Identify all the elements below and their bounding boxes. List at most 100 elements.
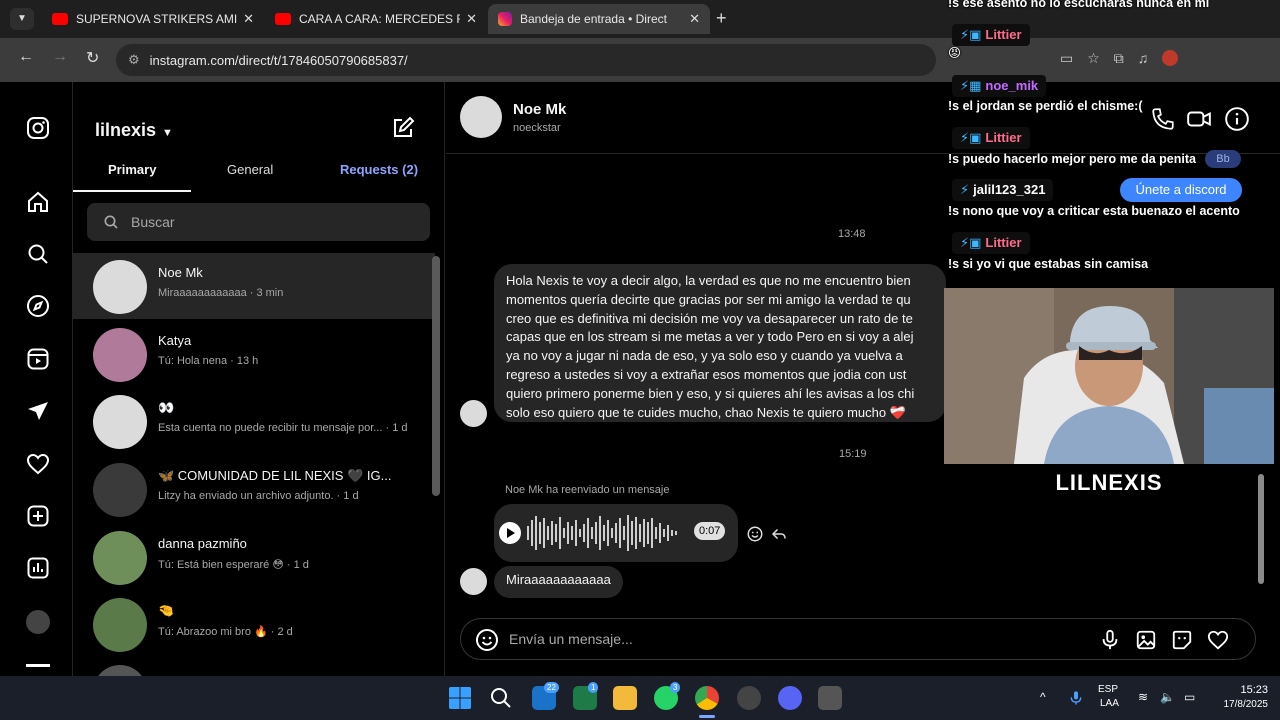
discord-icon[interactable] [778, 686, 802, 710]
compose-icon[interactable] [391, 116, 415, 140]
microphone-icon[interactable] [1099, 629, 1121, 651]
conversation-name: Noe Mk [158, 265, 203, 280]
microphone-tray-icon[interactable] [1068, 690, 1084, 706]
chat-username: noe_mik [985, 78, 1039, 93]
account-switcher[interactable]: lilnexis ▼ [95, 120, 173, 141]
message-bubble[interactable]: Hola Nexis te voy a decir algo, la verda… [494, 264, 946, 422]
explore-icon[interactable] [26, 294, 50, 318]
conversation-item[interactable]: danna pazmiño Tú: Está bien esperaré 😳 ·… [73, 524, 435, 590]
avatar[interactable] [460, 96, 502, 138]
stream-chat-user: ⚡▦ noe_mik [952, 75, 1047, 97]
chat-username: Littier [985, 235, 1022, 250]
profile-avatar-icon[interactable] [26, 610, 50, 634]
react-emoji-icon[interactable] [746, 525, 764, 543]
message-actions [746, 525, 788, 543]
back-icon[interactable]: ← [18, 48, 34, 66]
avatar [93, 531, 147, 585]
wifi-icon[interactable]: ≋ [1138, 690, 1148, 704]
home-icon[interactable] [26, 190, 50, 214]
browser-tab[interactable]: SUPERNOVA STRIKERS AMIGO ✕ [42, 4, 264, 34]
reels-icon[interactable] [26, 347, 50, 371]
reload-icon[interactable]: ↻ [86, 48, 99, 68]
chrome-icon[interactable] [695, 686, 719, 710]
sticker-icon[interactable] [1171, 629, 1193, 651]
stream-chat-message: 😡 [948, 46, 962, 60]
message-line: Hola Nexis te voy a decir algo, la verda… [506, 273, 911, 288]
tab-general[interactable]: General [227, 162, 273, 177]
conversation-info-icon[interactable] [1224, 106, 1250, 132]
like-heart-icon[interactable] [1207, 629, 1229, 651]
app-icon[interactable] [818, 686, 842, 710]
messages-icon[interactable] [26, 399, 50, 423]
inbox-scrollbar[interactable] [432, 256, 440, 496]
conversation-preview: Litzy ha enviado un archivo adjunto. · 1… [158, 490, 359, 502]
language-indicator[interactable]: ESP [1098, 684, 1118, 695]
contact-username: noeckstar [513, 122, 561, 134]
close-icon[interactable]: ✕ [466, 11, 477, 27]
more-menu-icon[interactable] [26, 664, 50, 667]
chat-username: Littier [985, 130, 1022, 145]
conversation-item[interactable] [73, 658, 435, 676]
message-line: quiero primero ponerme bien y eso, y si … [506, 385, 915, 401]
inbox-panel: lilnexis ▼ Primary General Requests (2) B… [73, 82, 445, 676]
account-username: lilnexis [95, 120, 157, 140]
close-icon[interactable]: ✕ [689, 11, 700, 27]
audio-call-icon[interactable] [1150, 106, 1176, 132]
close-icon[interactable]: ✕ [243, 11, 254, 27]
clock-time[interactable]: 15:23 [1212, 684, 1268, 696]
browser-tab-active[interactable]: Bandeja de entrada • Direct ✕ [488, 4, 710, 34]
avatar [93, 665, 147, 676]
site-info-icon[interactable]: ⚙ [128, 52, 140, 68]
search-input[interactable]: Buscar [87, 203, 430, 241]
windows-taskbar: 22 1 3 ^ ESP LAA ≋ 🔈 ▭ 15:23 17/8/2025 [0, 676, 1280, 720]
chevron-up-icon[interactable]: ^ [1040, 690, 1046, 704]
inbox-tabs: Primary General Requests (2) [73, 158, 444, 190]
browser-tab[interactable]: CARA A CARA: MERCEDES ROA ✕ [265, 4, 487, 34]
tab-search-button[interactable]: ▼ [10, 8, 34, 30]
forward-icon[interactable]: → [52, 48, 68, 66]
conversation-preview: Esta cuenta no puede recibir tu mensaje … [158, 422, 408, 434]
search-icon[interactable] [26, 242, 50, 266]
instagram-icon [498, 12, 512, 26]
obs-icon[interactable] [737, 686, 761, 710]
video-call-icon[interactable] [1186, 106, 1212, 132]
play-icon [507, 528, 515, 538]
conversation-item[interactable]: Noe Mk Miraaaaaaaaaaaa · 3 min [73, 253, 435, 319]
file-explorer-icon[interactable] [613, 686, 637, 710]
play-button[interactable] [499, 522, 521, 544]
conversation-preview: Miraaaaaaaaaaaa · 3 min [158, 287, 284, 299]
tab-title: Bandeja de entrada • Direct [520, 12, 667, 26]
conversation-item[interactable]: 🦋 COMUNIDAD DE LIL NEXIS 🖤 IG... Litzy h… [73, 456, 435, 522]
avatar [93, 328, 147, 382]
taskbar-search-icon[interactable] [489, 686, 513, 710]
tab-primary[interactable]: Primary [108, 162, 156, 177]
emoji-picker-icon[interactable] [475, 628, 499, 652]
notifications-heart-icon[interactable] [26, 452, 50, 476]
new-tab-button[interactable]: + [716, 8, 727, 29]
battery-icon[interactable]: ▭ [1184, 690, 1195, 704]
image-upload-icon[interactable] [1135, 629, 1157, 651]
badge-icon: ⚡ [960, 182, 970, 197]
conversation-item[interactable]: Katya Tú: Hola nena · 13 h [73, 321, 435, 387]
conversation-item[interactable]: 👀 Esta cuenta no puede recibir tu mensaj… [73, 388, 435, 454]
instagram-logo-icon[interactable] [26, 116, 50, 140]
discord-join-button[interactable]: Únete a discord [1120, 178, 1242, 202]
message-composer[interactable]: Envía un mensaje... [460, 618, 1256, 660]
message-bubble[interactable]: Miraaaaaaaaaaaa [494, 566, 623, 598]
message-line: capas que en los stream si me metas a ve… [506, 329, 914, 345]
create-icon[interactable] [26, 504, 50, 528]
address-bar[interactable]: ⚙ instagram.com/direct/t/178460507906858… [116, 44, 936, 76]
conversation-item[interactable]: 🤏 Tú: Abrazoo mi bro 🔥 · 2 d [73, 591, 435, 657]
stream-chat-overlay: !s ese asento no lo escucharas nunca en … [944, 0, 1280, 286]
waveform-icon[interactable] [526, 512, 686, 554]
dashboard-icon[interactable] [26, 556, 50, 580]
stream-chat-message: !s el jordan se perdió el chisme:( [948, 99, 1143, 113]
tab-requests[interactable]: Requests (2) [340, 162, 418, 177]
message-line: creo que es definitiva mi decisión me vo… [506, 310, 913, 326]
contact-name[interactable]: Noe Mk [513, 101, 566, 118]
reply-icon[interactable] [770, 525, 788, 543]
voice-duration: 0:07 [694, 522, 726, 540]
volume-icon[interactable]: 🔈 [1160, 690, 1175, 704]
stream-chat-user: ⚡▣ Littier [952, 24, 1030, 46]
windows-start-icon[interactable] [448, 686, 472, 710]
